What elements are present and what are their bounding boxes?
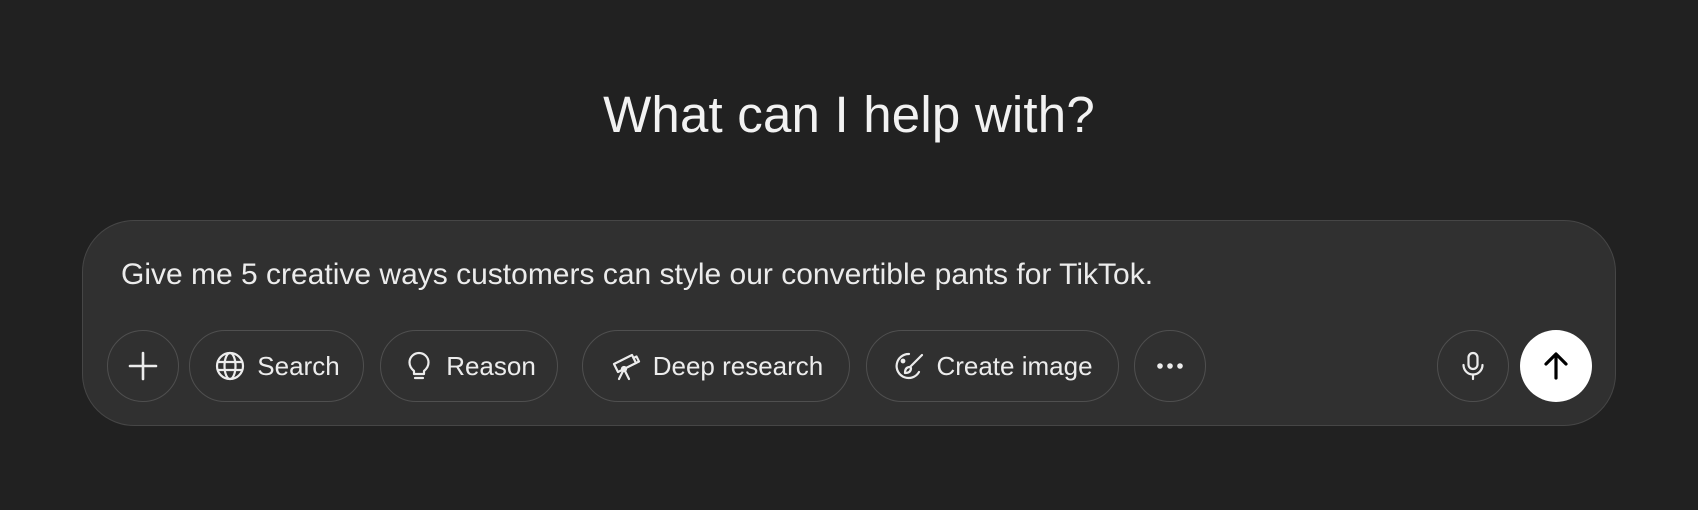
microphone-icon bbox=[1456, 349, 1490, 383]
more-dots-icon bbox=[1153, 349, 1187, 383]
plus-icon bbox=[126, 349, 160, 383]
deep-research-button[interactable]: Deep research bbox=[582, 330, 850, 402]
voice-input-button[interactable] bbox=[1437, 330, 1509, 402]
create-image-label: Create image bbox=[936, 350, 1093, 381]
prompt-composer: Give me 5 creative ways customers can st… bbox=[82, 220, 1616, 426]
search-label: Search bbox=[257, 350, 340, 381]
arrow-up-icon bbox=[1539, 349, 1573, 383]
reason-button[interactable]: Reason bbox=[380, 330, 558, 402]
search-button[interactable]: Search bbox=[189, 330, 364, 402]
send-button[interactable] bbox=[1520, 330, 1592, 402]
add-attachment-button[interactable] bbox=[107, 330, 179, 402]
reason-label: Reason bbox=[446, 350, 536, 381]
page-title: What can I help with? bbox=[603, 86, 1095, 143]
create-image-button[interactable]: Create image bbox=[866, 330, 1119, 402]
deep-research-label: Deep research bbox=[652, 350, 824, 381]
globe-icon bbox=[213, 349, 247, 383]
more-options-button[interactable] bbox=[1134, 330, 1206, 402]
prompt-input[interactable]: Give me 5 creative ways customers can st… bbox=[121, 255, 1541, 295]
telescope-icon bbox=[609, 349, 643, 383]
paintbrush-icon bbox=[892, 349, 926, 383]
lightbulb-icon bbox=[402, 349, 436, 383]
